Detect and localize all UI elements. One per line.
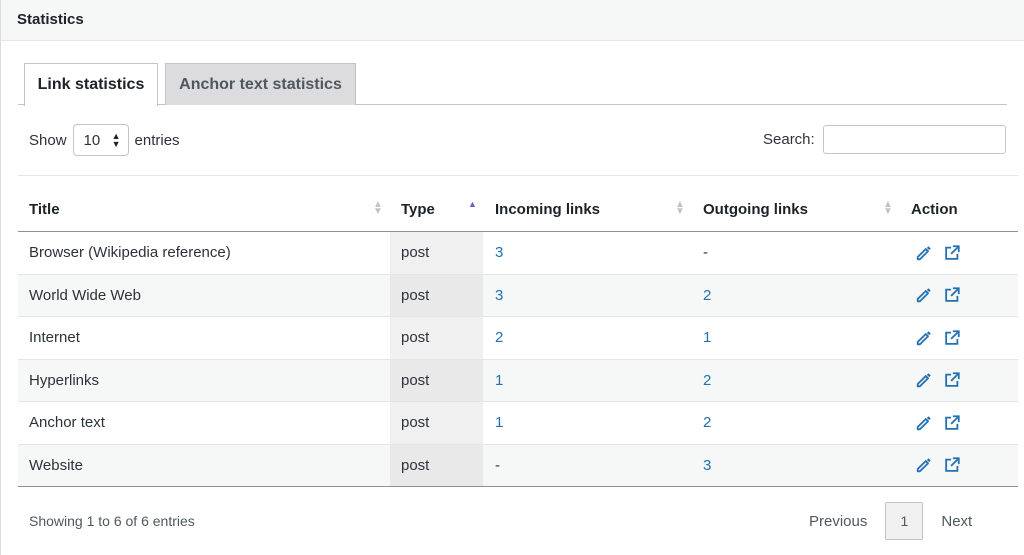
external-link-icon[interactable] — [943, 286, 961, 304]
column-outgoing-label: Outgoing links — [703, 200, 808, 218]
search-label: Search: — [763, 130, 815, 148]
edit-icon[interactable] — [915, 371, 933, 389]
sort-both-icon: ▲ ▼ — [675, 199, 685, 217]
column-title-label: Title — [29, 200, 60, 218]
page-1-button[interactable]: 1 — [885, 502, 924, 540]
external-link-icon[interactable] — [943, 456, 961, 474]
table-row: Browser (Wikipedia reference) post 3 - — [18, 232, 1018, 275]
table-header: Title ▲ ▼ Type ▲ Incoming links ▲ ▼ Outgoi… — [18, 187, 1018, 232]
tab-anchor-text-statistics[interactable]: Anchor text statistics — [165, 63, 356, 105]
row-incoming-links[interactable]: 3 — [495, 232, 503, 274]
edit-icon[interactable] — [915, 286, 933, 304]
external-link-icon[interactable] — [943, 329, 961, 347]
row-title: World Wide Web — [29, 286, 141, 304]
tab-link-statistics[interactable]: Link statistics — [24, 63, 158, 106]
column-header-type[interactable]: Type ▲ — [401, 187, 484, 231]
row-type: post — [390, 402, 483, 444]
row-incoming-links: - — [495, 456, 500, 474]
next-page-button[interactable]: Next — [941, 513, 972, 530]
panel-header: Statistics — [1, 0, 1024, 41]
external-link-icon[interactable] — [943, 414, 961, 432]
column-header-outgoing-links[interactable]: Outgoing links ▲ ▼ — [703, 187, 903, 231]
table-row: World Wide Web post 3 2 — [18, 274, 1018, 317]
row-type: post — [390, 232, 483, 274]
column-incoming-label: Incoming links — [495, 200, 601, 218]
row-title: Website — [29, 456, 83, 474]
external-link-icon[interactable] — [943, 244, 961, 262]
row-outgoing-links[interactable]: 2 — [703, 402, 711, 444]
pagination: Previous 1 Next — [809, 502, 972, 540]
row-title: Browser (Wikipedia reference) — [29, 244, 231, 262]
table-body: Browser (Wikipedia reference) post 3 - World… — [18, 232, 1018, 487]
show-label: Show — [29, 131, 67, 149]
row-title: Anchor text — [29, 414, 105, 432]
select-arrows-icon: ▲ ▼ — [111, 131, 121, 149]
row-actions — [915, 360, 961, 402]
row-outgoing-links[interactable]: 3 — [703, 445, 711, 487]
edit-icon[interactable] — [915, 244, 933, 262]
column-action-label: Action — [911, 200, 958, 218]
entries-length-control: Show 10 ▲ ▼ entries — [29, 124, 180, 156]
row-incoming-links[interactable]: 2 — [495, 317, 503, 359]
row-outgoing-links[interactable]: 2 — [703, 275, 711, 317]
row-type: post — [390, 444, 483, 486]
row-actions — [915, 402, 961, 444]
edit-icon[interactable] — [915, 414, 933, 432]
table-row: Anchor text post 1 2 — [18, 402, 1018, 445]
statistics-panel: Statistics Link statistics Anchor text s… — [0, 0, 1024, 555]
edit-icon[interactable] — [915, 456, 933, 474]
row-outgoing-links[interactable]: 1 — [703, 317, 711, 359]
panel-title: Statistics — [17, 11, 84, 28]
row-outgoing-links: - — [703, 244, 708, 262]
tab-bar: Link statistics Anchor text statistics — [18, 63, 1007, 106]
column-type-label: Type — [401, 200, 435, 218]
entries-select-value: 10 — [83, 131, 101, 149]
row-type: post — [390, 317, 483, 359]
row-title: Hyperlinks — [29, 371, 100, 389]
entries-select[interactable]: 10 ▲ ▼ — [72, 124, 129, 156]
divider — [18, 175, 1018, 176]
table-info: Showing 1 to 6 of 6 entries — [29, 513, 195, 529]
sort-ascending-icon: ▲ — [468, 199, 477, 209]
row-actions — [915, 317, 961, 359]
row-actions — [915, 445, 961, 487]
entries-label: entries — [134, 131, 180, 149]
row-incoming-links[interactable]: 1 — [495, 402, 503, 444]
row-actions — [915, 275, 961, 317]
table-row: Hyperlinks post 1 2 — [18, 359, 1018, 402]
table-row: Internet post 2 1 — [18, 317, 1018, 360]
row-actions — [915, 232, 961, 274]
search-control: Search: — [763, 124, 1006, 154]
edit-icon[interactable] — [915, 329, 933, 347]
row-type: post — [390, 274, 483, 316]
table-row: Website post - 3 — [18, 444, 1018, 487]
row-incoming-links[interactable]: 1 — [495, 360, 503, 402]
row-outgoing-links[interactable]: 2 — [703, 360, 711, 402]
row-incoming-links[interactable]: 3 — [495, 275, 503, 317]
row-type: post — [390, 359, 483, 401]
column-header-action: Action — [911, 187, 1011, 231]
column-header-title[interactable]: Title ▲ ▼ — [29, 187, 389, 231]
sort-both-icon: ▲ ▼ — [373, 199, 383, 217]
column-header-incoming-links[interactable]: Incoming links ▲ ▼ — [495, 187, 693, 231]
sort-both-icon: ▲ ▼ — [883, 199, 893, 217]
row-title: Internet — [29, 329, 80, 347]
search-input[interactable] — [822, 124, 1006, 154]
previous-page-button[interactable]: Previous — [809, 513, 867, 530]
external-link-icon[interactable] — [943, 371, 961, 389]
